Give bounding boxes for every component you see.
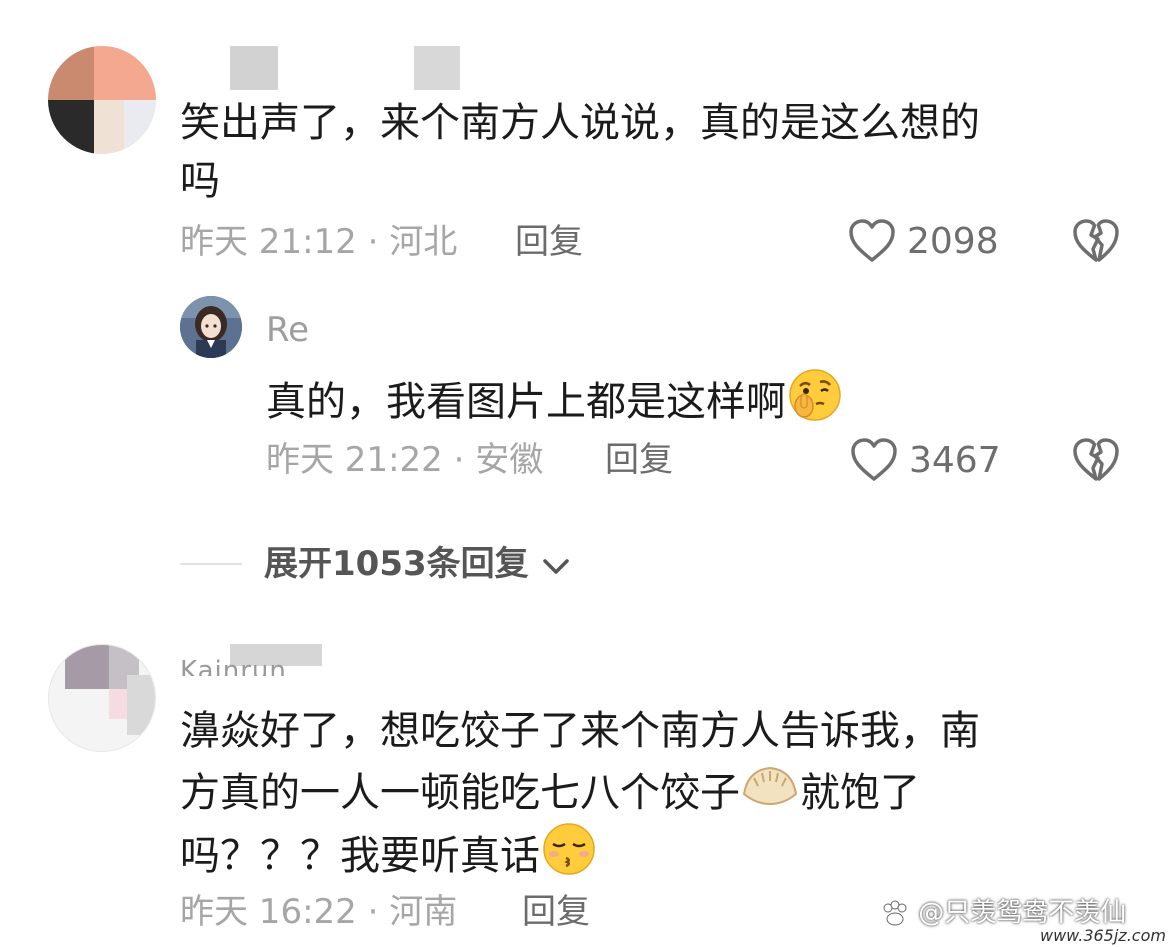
reply-button[interactable]: 回复 [522,892,590,932]
paw-icon [883,900,907,925]
avatar-illustration [180,296,242,358]
reply-text: 真的，我看图片上都是这样啊 [266,366,844,442]
like-button[interactable] [850,437,898,487]
reply-meta: 昨天 21:22 · 安徽 [266,440,544,480]
watermark: @只羡鸳鸯不羡仙 [880,892,1126,929]
avatar-mosaic [109,689,127,719]
avatar-mosaic [65,645,109,689]
comment-text: 吗 [180,158,220,204]
comment-meta: 昨天 16:22 · 河南 [180,892,458,932]
kissing-face-icon [540,820,598,896]
watermark-text: @只羡鸳鸯不羡仙 [918,898,1127,928]
avatar-mosaic [48,46,94,100]
heart-icon [851,438,897,481]
comment-text: 濞焱好了，想吃饺子了来个南方人告诉我，南 [180,708,980,754]
expand-replies-label: 展开1053条回复 [264,544,529,584]
watermark-site: www.365jz.com [1040,926,1166,945]
avatar[interactable] [48,644,156,752]
dislike-button[interactable] [1072,218,1120,268]
broken-heart-icon [1073,219,1119,262]
reply-button[interactable]: 回复 [605,440,673,480]
comment-text-segment: 就饱了 [800,770,920,816]
username-mosaic [230,46,278,90]
avatar-mosaic [94,46,156,100]
expand-replies-button[interactable]: 展开1053条回复 [264,544,572,584]
reply-text-content: 真的，我看图片上都是这样啊 [266,379,786,425]
comment-text: 吗？？？我要听真话 [180,820,598,896]
chevron-down-icon [543,558,570,574]
like-button[interactable] [848,218,896,268]
avatar[interactable] [48,46,156,154]
heart-icon [849,219,895,262]
username-mosaic [414,46,460,90]
avatar-mosaic [48,100,94,154]
dumpling-icon [740,760,800,830]
username[interactable]: Re [266,310,309,350]
username[interactable]: Kainrun [180,656,287,676]
comment-meta: 昨天 21:12 · 河北 [180,222,458,262]
like-count: 3467 [909,440,1001,481]
avatar-mosaic [94,100,124,154]
reply-button[interactable]: 回复 [515,222,583,262]
avatar-mosaic [124,100,156,154]
comment-text-segment: 方真的一人一顿能吃七八个饺子 [180,770,740,816]
like-count: 2098 [907,221,999,262]
avatar[interactable] [180,296,242,358]
dislike-button[interactable] [1072,437,1120,487]
broken-heart-icon [1073,438,1119,481]
shushing-face-icon [786,366,844,442]
avatar-mosaic [127,675,155,735]
divider [180,563,242,565]
comment-text: 笑出声了，来个南方人说说，真的是这么想的 [180,100,980,146]
comment-text-segment: 吗？？？我要听真话 [180,833,540,879]
